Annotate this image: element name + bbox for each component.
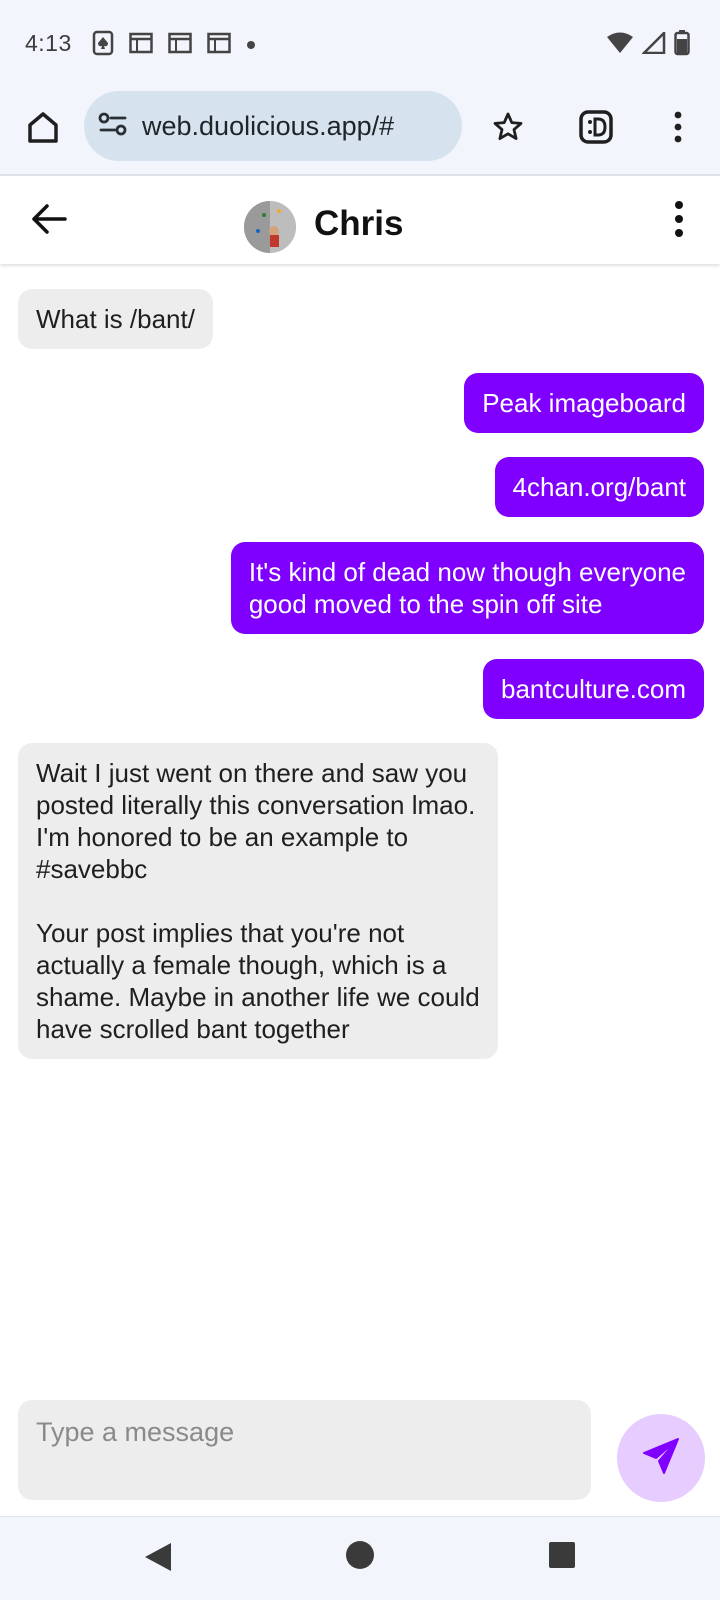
system-navigation-bar (0, 1516, 720, 1600)
spade-card-notification-icon (92, 30, 114, 61)
calendar-icon (207, 32, 231, 59)
message-list[interactable]: What is /bant/ Peak imageboard 4chan.org… (0, 266, 720, 1396)
message-bubble-outgoing[interactable]: Peak imageboard (464, 373, 704, 433)
wifi-icon (606, 32, 634, 59)
status-system-icons (606, 29, 690, 61)
nav-home-icon[interactable] (344, 1539, 376, 1576)
site-settings-icon[interactable] (98, 111, 128, 142)
chat-header: Chris (0, 178, 720, 264)
calendar-icon (168, 32, 192, 59)
message-bubble-incoming[interactable]: Wait I just went on there and saw you po… (18, 743, 498, 1059)
address-bar[interactable]: web.duolicious.app/# (84, 91, 462, 161)
back-button[interactable] (26, 198, 72, 244)
dot-icon (246, 37, 256, 55)
nav-back-icon[interactable] (142, 1541, 174, 1578)
nav-recents-icon[interactable] (548, 1541, 576, 1574)
chat-menu-button[interactable] (656, 198, 702, 244)
send-icon (641, 1436, 681, 1481)
message-bubble-outgoing[interactable]: 4chan.org/bant (494, 457, 704, 517)
message-bubble-incoming[interactable]: What is /bant/ (18, 289, 213, 349)
send-button[interactable] (617, 1414, 705, 1502)
home-icon (26, 110, 60, 149)
avatar-photo (244, 201, 296, 253)
chat-contact-name[interactable]: Chris (314, 204, 403, 244)
status-notification-icons (92, 30, 256, 61)
url-text[interactable]: web.duolicious.app/# (142, 111, 394, 142)
message-input[interactable] (36, 1412, 566, 1452)
avatar[interactable] (244, 201, 296, 253)
duolicious-app-icon (579, 109, 613, 149)
message-bubble-outgoing[interactable]: It's kind of dead now though everyone go… (230, 542, 704, 634)
arrow-back-icon (31, 203, 67, 240)
browser-menu-button[interactable] (654, 105, 702, 153)
calendar-icon (129, 32, 153, 59)
more-vert-icon (673, 200, 685, 243)
message-composer[interactable] (18, 1400, 591, 1500)
bookmark-button[interactable] (484, 105, 532, 153)
status-bar: 4:13 (0, 0, 720, 88)
signal-icon (640, 29, 666, 59)
more-vert-icon (673, 111, 683, 148)
browser-home-button[interactable] (20, 106, 66, 152)
star-icon (492, 111, 524, 148)
message-bubble-outgoing[interactable]: bantculture.com (483, 659, 704, 719)
browser-toolbar: web.duolicious.app/# (0, 88, 720, 176)
battery-icon (674, 30, 690, 61)
app-shortcut-button[interactable] (572, 105, 620, 153)
status-time: 4:13 (25, 30, 72, 56)
